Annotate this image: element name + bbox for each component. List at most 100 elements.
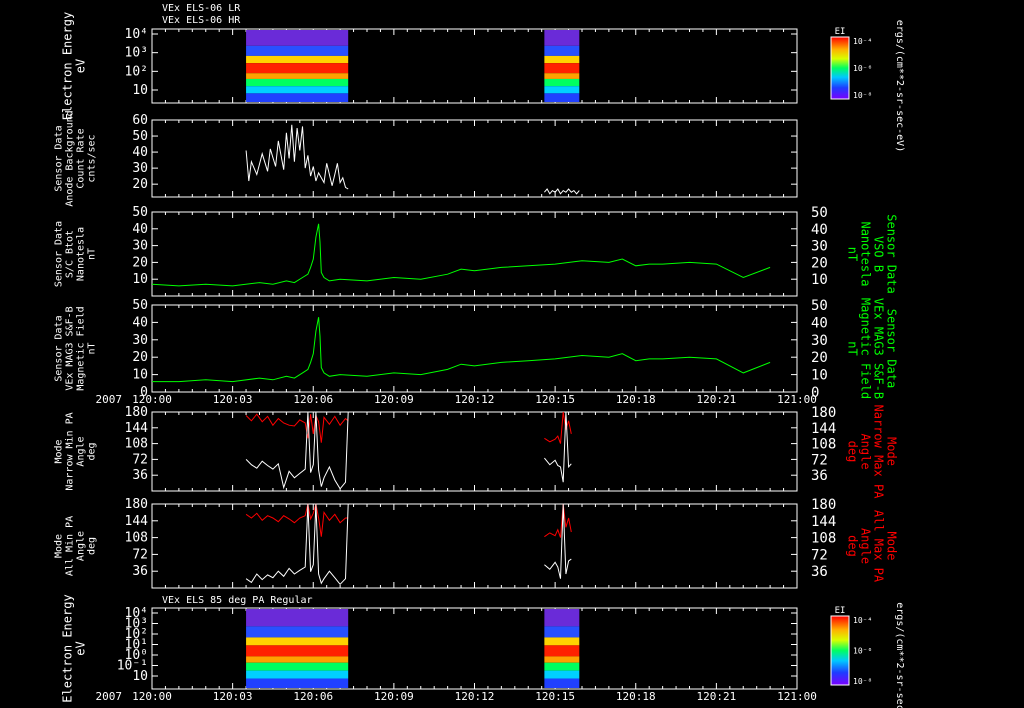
panel-frame (151, 211, 798, 297)
right-y-tick-label: 30 (811, 333, 828, 349)
y-tick-label: 50 (132, 298, 148, 313)
y-tick-label: 72 (132, 547, 148, 562)
spectrogram-band (544, 86, 580, 94)
colorbar-units: ergs/(cm**2-sr-sec-eV) (894, 20, 905, 152)
y-axis-label: Electron Energy (61, 594, 75, 702)
right-y-axis-label: nT (846, 341, 860, 355)
right-y-tick-label: 180 (811, 497, 836, 513)
y-tick-label: 144 (125, 514, 149, 529)
y-axis-label: eV (74, 59, 88, 73)
spectrogram-band (246, 626, 349, 638)
y-tick-label: 180 (125, 497, 148, 512)
y-tick-label: 180 (125, 405, 148, 420)
time-tick-label: 120:21 (697, 690, 737, 703)
spectrogram-band (246, 63, 349, 74)
time-tick-label: 120:06 (293, 690, 333, 703)
right-y-axis-label: deg (846, 441, 860, 463)
spectrogram-band (246, 86, 349, 94)
colorbar (830, 615, 850, 686)
right-y-tick-label: 50 (811, 298, 828, 314)
y-axis-label: Sensor Data (54, 221, 65, 287)
y-axis-label: cnts/sec (87, 134, 98, 182)
right-y-tick-label: 180 (811, 405, 836, 421)
plot-canvas: VEx ELS-06 LR VEx ELS-06 HR VEx ELS 85 d… (54, 3, 906, 708)
colorbar-tick-label: 10⁻⁶ (853, 647, 872, 656)
y-tick-label: 20 (132, 255, 148, 270)
spectrogram-band (544, 30, 580, 46)
colorbar-label: EI (835, 27, 846, 37)
right-y-axis-label: nT (846, 247, 860, 261)
y-axis-label: deg (87, 537, 98, 555)
y-tick-label: 108 (125, 437, 148, 452)
spectrogram-band (246, 73, 349, 79)
panel-frame (151, 411, 798, 492)
colorbar-tick-label: 10⁻⁶ (853, 64, 872, 73)
panel-background: 6050403020 Sensor Data Anode Background Cou… (54, 110, 798, 207)
right-y-axis-label: VEx MAG3 S&F-B (872, 298, 886, 399)
spectrogram-band (246, 45, 349, 56)
series-line (152, 317, 771, 383)
right-y-tick-label: 108 (811, 437, 836, 453)
spectrogram-band (246, 93, 349, 102)
y-tick-label: 30 (132, 239, 148, 254)
time-tick-label: 120:21 (697, 393, 737, 406)
y-tick-label: 36 (132, 468, 148, 483)
y-axis-label: Electron Energy (61, 12, 75, 120)
panel-bmag: 50403020105040302010Sensor Data S/C Btot N… (54, 205, 899, 297)
y-axis-label: eV (74, 641, 88, 655)
spectrogram-band (544, 45, 580, 56)
y-tick-label: 20 (132, 177, 148, 192)
time-tick-label: 121:00 (777, 690, 817, 703)
y-tick-label: 72 (132, 452, 148, 467)
spectrogram-band (544, 656, 580, 663)
spectrogram-band (544, 73, 580, 79)
series-line (245, 413, 349, 443)
y-axis-label: Sensor Data (54, 315, 65, 381)
spectrogram-band (544, 609, 580, 627)
time-tick-label: 120:03 (213, 393, 253, 406)
right-y-tick-label: 72 (811, 547, 828, 563)
y-tick-label: 40 (132, 145, 148, 160)
right-y-tick-label: 10 (811, 368, 828, 384)
right-y-tick-label: 40 (811, 315, 828, 331)
y-tick-label: 50 (132, 129, 148, 144)
year-label: 2007 (96, 690, 123, 703)
time-tick-label: 121:00 (777, 393, 817, 406)
time-tick-label: 120:09 (374, 690, 414, 703)
y-axis-label: deg (87, 442, 98, 460)
spectrogram-band (544, 78, 580, 87)
colorbar-units: ergs/(cm**2-sr-sec-eV) (894, 602, 905, 708)
right-y-tick-label: 10 (811, 272, 828, 288)
panel-pa_all: 18014410872361801441087236Mode All Min PA… (54, 497, 899, 589)
y-axis-label: All Min PA (65, 516, 76, 576)
series-line (245, 503, 349, 537)
y-axis-label: S/C Btot (65, 230, 76, 278)
right-y-tick-label: 20 (811, 350, 828, 366)
panel-frame (151, 119, 798, 198)
right-y-axis-label: Narrow Max PA (872, 405, 886, 500)
right-y-tick-label: 36 (811, 468, 828, 484)
spectrogram-band (246, 55, 349, 64)
right-y-axis-label: Nanotesla (859, 221, 873, 286)
panel-mag3: 5040302010050403020100Sensor Data VEx MAG… (54, 298, 899, 401)
series-line (544, 411, 572, 483)
time-tick-label: 120:15 (535, 690, 575, 703)
colorbar (830, 36, 850, 100)
header-title-2: VEx ELS-06 HR (162, 15, 241, 26)
y-axis-label: nT (87, 248, 98, 260)
series-line (544, 188, 580, 195)
right-y-axis-label: Mode (885, 532, 899, 561)
right-y-axis-label: Angle (859, 528, 873, 564)
series-line (151, 223, 771, 287)
stack-plot: VEx ELS-06 LR VEx ELS-06 HR VEx ELS 85 d… (0, 0, 1024, 708)
spectrogram-band (544, 670, 580, 679)
spectrogram-band (246, 30, 349, 46)
y-tick-label: 40 (132, 222, 148, 237)
colorbar-tick-label: 10⁻⁸ (853, 91, 872, 100)
y-tick-label: 36 (132, 564, 148, 579)
spectrogram-band (544, 55, 580, 64)
panel-pa_narrow: 18014410872361801441087236Mode Narrow Min… (54, 405, 899, 500)
right-y-axis-label: Sensor Data (885, 214, 899, 293)
y-tick-label: 10 (132, 272, 148, 287)
right-y-tick-label: 20 (811, 255, 828, 271)
